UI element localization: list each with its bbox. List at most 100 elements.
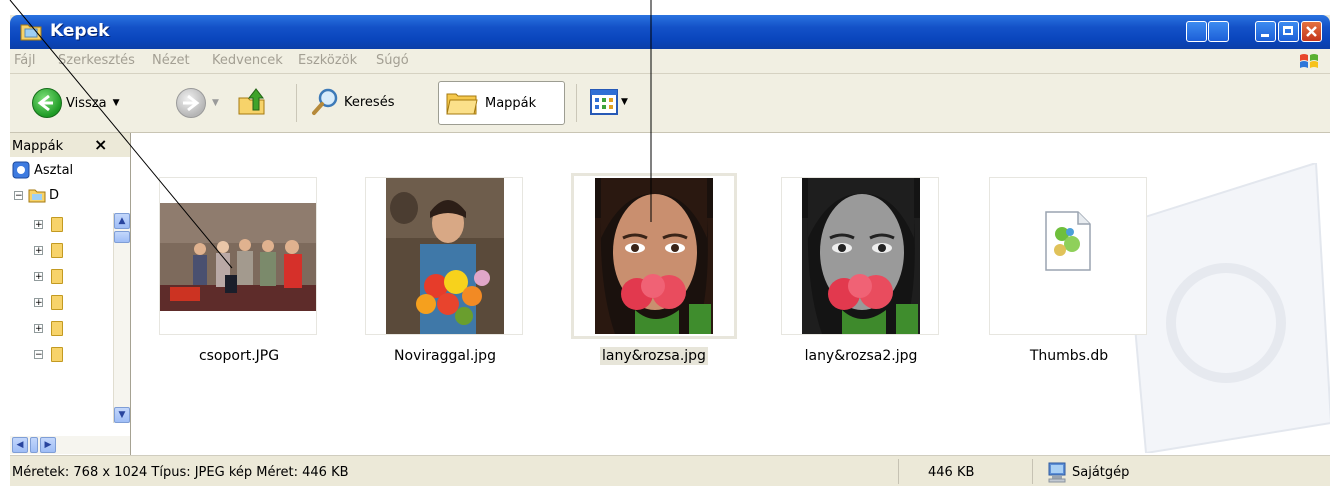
tree-item-folder[interactable]: + — [34, 243, 63, 258]
status-separator — [1032, 459, 1033, 484]
computer-icon — [1048, 462, 1066, 483]
tree-item-desktop[interactable]: Asztal — [12, 161, 73, 179]
expand-icon[interactable]: + — [34, 272, 43, 282]
thumbnail-frame[interactable] — [571, 173, 737, 339]
views-button[interactable]: ▼ — [590, 89, 628, 115]
status-separator — [898, 459, 899, 484]
close-icon — [1306, 26, 1317, 37]
status-location: Sajátgép — [1072, 465, 1130, 480]
title-bar[interactable]: Kepek — [10, 15, 1330, 49]
girl-rose-grayscale-thumbnail — [802, 178, 920, 334]
h-scroll-thumb[interactable] — [30, 437, 38, 453]
minimize-button[interactable] — [1255, 21, 1276, 42]
search-label: Keresés — [344, 94, 395, 110]
group-photo-thumbnail — [160, 203, 316, 311]
up-button[interactable] — [236, 86, 268, 118]
forward-button[interactable]: ▼ — [176, 88, 219, 118]
expand-icon[interactable]: + — [34, 324, 43, 334]
folder-icon — [51, 269, 63, 284]
maximize-button[interactable] — [1278, 21, 1299, 42]
forward-dropdown-icon[interactable]: ▼ — [212, 98, 219, 108]
tree-item-folder[interactable]: + — [34, 269, 63, 284]
folder-up-icon — [238, 88, 265, 115]
tree-item-folder[interactable]: − — [34, 347, 63, 362]
toolbar-separator — [576, 84, 577, 122]
folders-label: Mappák — [485, 96, 537, 111]
thumbnail-frame[interactable] — [365, 177, 523, 335]
menu-tools[interactable]: Eszközök — [298, 53, 357, 68]
tree-item-drive[interactable]: − D — [14, 187, 59, 203]
file-name: Noviraggal.jpg — [394, 348, 496, 364]
file-name: Thumbs.db — [1029, 348, 1109, 364]
views-icon[interactable] — [1186, 21, 1207, 42]
folder-icon — [51, 243, 63, 258]
folder-icon — [20, 24, 42, 41]
back-label: Vissza — [66, 95, 107, 111]
back-arrow-icon — [32, 88, 62, 118]
scroll-thumb[interactable] — [114, 231, 130, 243]
window-layout-icon[interactable] — [1208, 21, 1229, 42]
collapse-icon[interactable]: − — [34, 350, 43, 360]
menu-file[interactable]: Fájl — [14, 53, 35, 68]
vertical-scrollbar[interactable]: ▲ ▼ — [113, 213, 130, 423]
close-pane-icon[interactable]: × — [94, 135, 107, 154]
folder-pane: Mappák × Asztal − D + + + + + − ▲ ▼ ◀ ▶ — [10, 133, 131, 455]
horizontal-scrollbar[interactable]: ◀ ▶ — [10, 436, 130, 454]
folders-icon — [446, 93, 478, 115]
menu-bar: Fájl Szerkesztés Nézet Kedvencek Eszközö… — [10, 49, 1330, 74]
folder-icon — [51, 295, 63, 310]
scroll-left-icon[interactable]: ◀ — [12, 437, 28, 453]
status-bar: Méretek: 768 x 1024 Típus: JPEG kép Mére… — [10, 455, 1330, 486]
tree-item-folder[interactable]: + — [34, 321, 63, 336]
system-file-icon — [1045, 211, 1091, 271]
file-view: csoport.JPG Noviraggal.jpg lany&rozsa.jp… — [131, 133, 1330, 455]
collapse-icon[interactable]: − — [14, 190, 23, 200]
tree-label-drive: D — [49, 187, 60, 203]
status-size: 446 KB — [928, 465, 975, 480]
window-title: Kepek — [50, 21, 110, 41]
file-name: lany&rozsa2.jpg — [804, 348, 918, 364]
thumbnail-frame[interactable] — [781, 177, 939, 335]
scroll-down-icon[interactable]: ▼ — [114, 407, 130, 423]
scroll-up-icon[interactable]: ▲ — [114, 213, 130, 229]
thumbnail-frame[interactable] — [159, 177, 317, 335]
menu-favorites[interactable]: Kedvencek — [212, 53, 283, 68]
menu-help[interactable]: Súgó — [376, 53, 409, 68]
folder-icon — [51, 321, 63, 336]
watermark-graphic — [1124, 163, 1330, 453]
drive-folder-icon — [28, 189, 46, 203]
views-grid-icon — [590, 89, 618, 115]
menu-view[interactable]: Nézet — [152, 53, 190, 68]
folders-button[interactable]: Mappák — [438, 81, 565, 125]
expand-icon[interactable]: + — [34, 220, 43, 230]
girl-rose-thumbnail — [595, 178, 713, 334]
back-button[interactable]: Vissza ▼ — [32, 88, 119, 118]
tree-label-desktop: Asztal — [34, 162, 74, 178]
tree-item-folder[interactable]: + — [34, 295, 63, 310]
folder-pane-title: Mappák — [12, 139, 64, 154]
forward-arrow-icon — [176, 88, 206, 118]
close-button[interactable] — [1301, 21, 1322, 42]
file-name: csoport.JPG — [198, 348, 280, 364]
back-dropdown-icon[interactable]: ▼ — [113, 98, 120, 108]
search-icon — [312, 88, 338, 115]
thumbnail-frame[interactable] — [989, 177, 1147, 335]
folder-tree: Asztal − D + + + + + − — [12, 157, 112, 427]
menu-edit[interactable]: Szerkesztés — [58, 53, 135, 68]
toolbar-separator — [296, 84, 297, 122]
views-dropdown-icon[interactable]: ▼ — [621, 97, 628, 107]
expand-icon[interactable]: + — [34, 298, 43, 308]
file-name: lany&rozsa.jpg — [600, 347, 708, 365]
woman-flowers-thumbnail — [386, 178, 504, 334]
search-button[interactable]: Keresés — [310, 87, 394, 117]
scroll-right-icon[interactable]: ▶ — [40, 437, 56, 453]
status-details: Méretek: 768 x 1024 Típus: JPEG kép Mére… — [12, 465, 349, 480]
expand-icon[interactable]: + — [34, 246, 43, 256]
tree-item-folder[interactable]: + — [34, 217, 63, 232]
explorer-window: Kepek Fájl Szerkesztés Nézet Kedvencek E… — [10, 15, 1330, 486]
folder-pane-header: Mappák × — [10, 133, 130, 157]
desktop-icon — [12, 161, 30, 179]
toolbar: Vissza ▼ ▼ Keresés Mappák ▼ — [10, 74, 1330, 133]
folder-icon — [51, 347, 63, 362]
folder-icon — [51, 217, 63, 232]
